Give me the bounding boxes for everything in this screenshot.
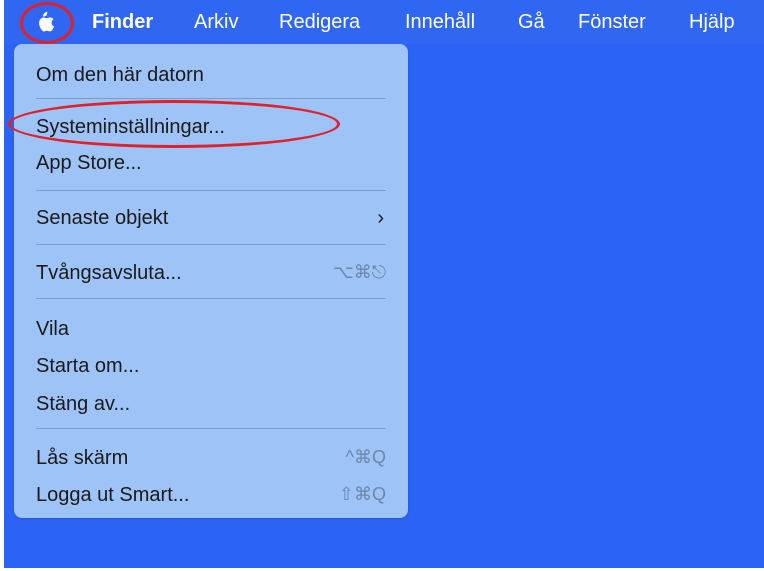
menu-item-sleep[interactable]: Vila — [36, 312, 386, 346]
menu-item-label: Systeminställningar... — [36, 116, 225, 138]
menu-item-system-settings[interactable]: Systeminställningar... — [36, 110, 386, 144]
menu-ga[interactable]: Gå — [518, 0, 545, 44]
menu-item-about[interactable]: Om den här datorn — [36, 58, 386, 92]
menu-item-label: Lås skärm — [36, 447, 129, 469]
menu-item-label: App Store... — [36, 152, 142, 174]
menu-item-recent-items[interactable]: Senaste objekt › — [36, 201, 386, 235]
menu-item-label: Logga ut Smart... — [36, 484, 190, 506]
menu-separator — [36, 298, 386, 299]
menu-arkiv[interactable]: Arkiv — [194, 0, 238, 44]
shortcut-label: ⌥⌘⎋ — [333, 262, 386, 282]
menu-separator — [36, 190, 386, 191]
menu-finder[interactable]: Finder — [92, 0, 153, 44]
apple-menu-button[interactable] — [20, 2, 74, 44]
apple-menu-dropdown: Om den här datorn Systeminställningar...… — [8, 44, 408, 518]
menu-redigera[interactable]: Redigera — [279, 0, 360, 44]
menu-item-force-quit[interactable]: Tvångsavsluta... ⌥⌘⎋ — [36, 256, 386, 290]
apple-logo-icon — [39, 11, 55, 32]
menu-innehall[interactable]: Innehåll — [405, 0, 475, 44]
menu-item-lock-screen[interactable]: Lås skärm ^⌘Q — [36, 441, 386, 475]
menu-item-app-store[interactable]: App Store... — [36, 146, 386, 180]
menu-item-label: Senaste objekt — [36, 207, 169, 229]
shortcut-label: ^⌘Q — [345, 447, 386, 467]
menu-separator — [36, 98, 386, 99]
menu-separator — [36, 244, 386, 245]
menu-item-restart[interactable]: Starta om... — [36, 349, 386, 383]
chevron-right-icon: › — [377, 207, 384, 229]
menu-item-shutdown[interactable]: Stäng av... — [36, 387, 386, 421]
menu-item-label: Om den här datorn — [36, 64, 204, 86]
menu-hjalp[interactable]: Hjälp — [689, 0, 735, 44]
menu-item-log-out[interactable]: Logga ut Smart... ⇧⌘Q — [36, 478, 386, 512]
menu-item-label: Tvångsavsluta... — [36, 262, 182, 284]
menu-fonster[interactable]: Fönster — [578, 0, 646, 44]
menu-bar: Finder Arkiv Redigera Innehåll Gå Fönste… — [4, 0, 764, 44]
menu-item-label: Vila — [36, 318, 69, 340]
menu-item-label: Starta om... — [36, 355, 140, 377]
menu-separator — [36, 428, 386, 429]
menu-item-label: Stäng av... — [36, 393, 131, 415]
shortcut-label: ⇧⌘Q — [338, 484, 386, 504]
